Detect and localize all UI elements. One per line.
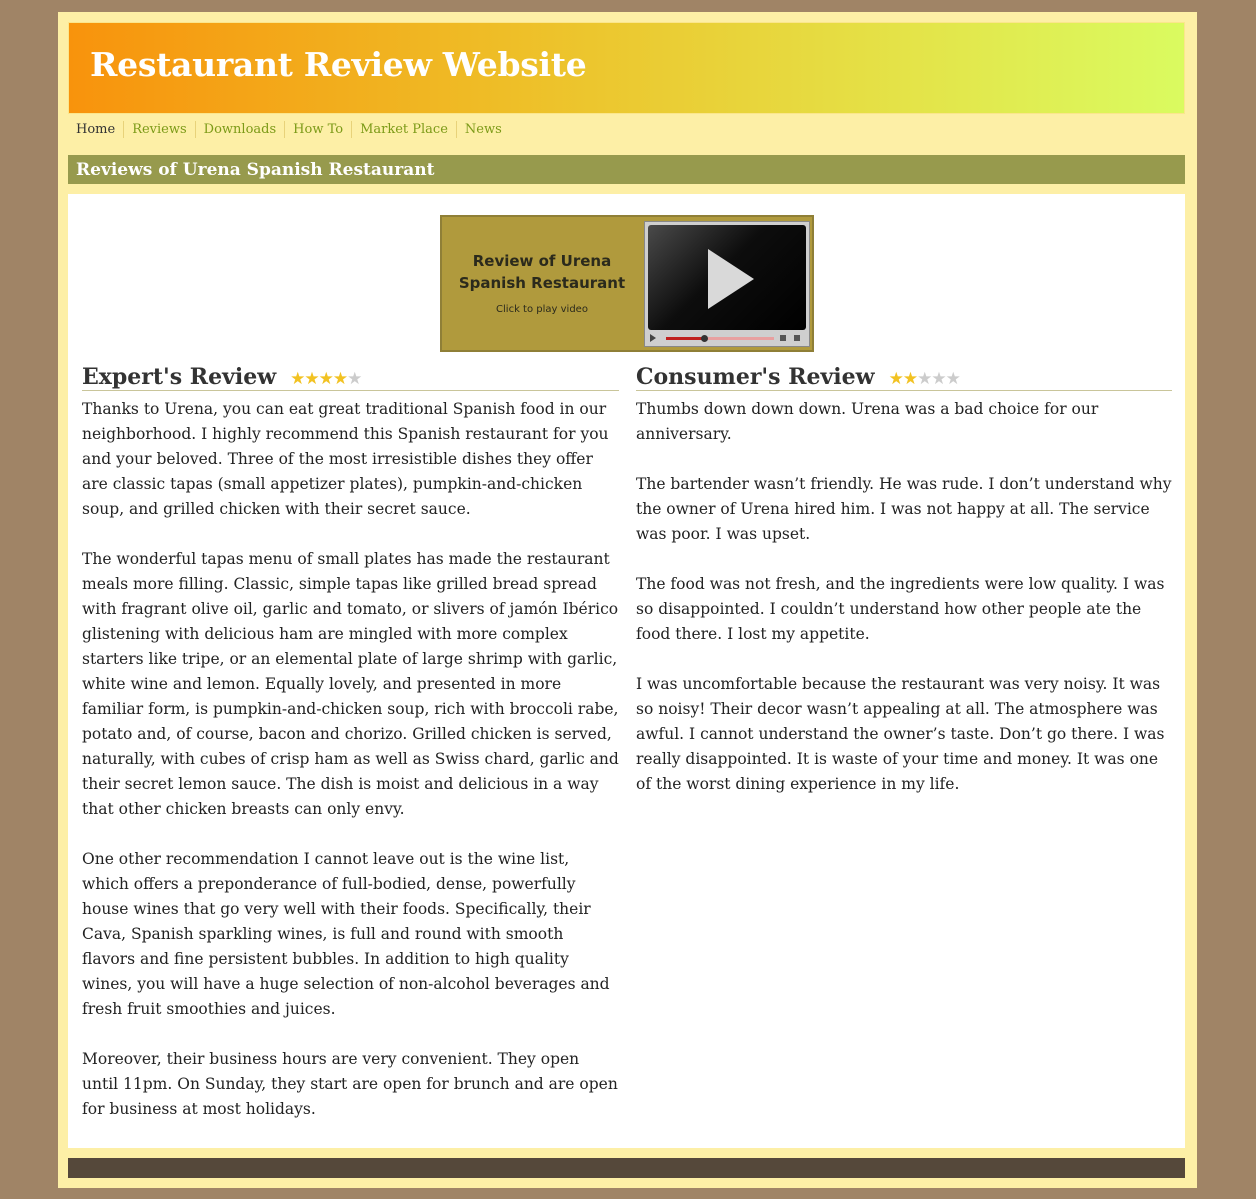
main-nav: Home Reviews Downloads How To Market Pla… (68, 119, 510, 139)
progress-bar[interactable] (666, 335, 774, 342)
expert-paragraph: The wonderful tapas menu of small plates… (82, 550, 619, 818)
page-frame: Restaurant Review Website Home Reviews D… (58, 12, 1197, 1188)
consumer-review: Consumer's Review ★★★★★ Thumbs down down… (636, 363, 1172, 822)
content-area: Review of Urena Spanish Restaurant Click… (68, 194, 1185, 1148)
expert-review-title: Expert's Review (82, 364, 277, 390)
consumer-paragraph: I was uncomfortable because the restaura… (636, 675, 1165, 793)
star-empty-icon: ★ (931, 369, 946, 389)
star-filled-icon: ★ (888, 369, 904, 389)
video-screen[interactable] (648, 225, 806, 330)
volume-icon[interactable] (780, 335, 786, 341)
star-filled-icon: ★ (902, 369, 918, 389)
site-title: Restaurant Review Website (90, 45, 587, 84)
progress-handle[interactable] (700, 335, 708, 342)
site-banner: Restaurant Review Website (68, 22, 1185, 114)
consumer-review-title: Consumer's Review (636, 364, 875, 390)
play-icon[interactable] (708, 249, 754, 309)
consumer-paragraph: The food was not fresh, and the ingredie… (636, 575, 1165, 643)
site-footer (68, 1158, 1185, 1178)
player-controls (648, 333, 806, 343)
video-thumbnail[interactable]: Review of Urena Spanish Restaurant Click… (440, 215, 814, 352)
star-empty-icon: ★ (347, 369, 362, 389)
consumer-paragraph: Thumbs down down down. Urena was a bad c… (636, 400, 1099, 443)
star-empty-icon: ★ (945, 369, 961, 389)
consumer-rating-stars: ★★★★★ (888, 368, 961, 390)
section-header: Reviews of Urena Spanish Restaurant (68, 155, 1185, 184)
star-filled-icon: ★ (318, 369, 334, 389)
consumer-paragraph: The bartender wasn’t friendly. He was ru… (636, 475, 1172, 543)
video-subtitle: Click to play video (496, 304, 588, 315)
expert-paragraph: Thanks to Urena, you can eat great tradi… (82, 400, 609, 518)
nav-item-home[interactable]: Home (68, 121, 123, 138)
expert-review-body: Thanks to Urena, you can eat great tradi… (82, 397, 619, 1122)
star-filled-icon: ★ (304, 369, 319, 389)
consumer-review-header: Consumer's Review ★★★★★ (636, 363, 1172, 391)
progress-fill (666, 337, 704, 340)
expert-paragraph: Moreover, their business hours are very … (82, 1050, 618, 1118)
video-title: Review of Urena Spanish Restaurant (442, 250, 642, 294)
nav-item-market-place[interactable]: Market Place (351, 120, 456, 138)
expert-paragraph: One other recommendation I cannot leave … (82, 850, 610, 1018)
expert-rating-stars: ★★★★★ (290, 368, 362, 390)
section-title: Reviews of Urena Spanish Restaurant (76, 160, 435, 180)
star-empty-icon: ★ (917, 369, 932, 389)
expert-review: Expert's Review ★★★★★ Thanks to Urena, y… (82, 363, 619, 1147)
nav-item-how-to[interactable]: How To (284, 120, 351, 138)
nav-item-reviews[interactable]: Reviews (123, 120, 194, 138)
star-filled-icon: ★ (290, 369, 305, 389)
expert-review-header: Expert's Review ★★★★★ (82, 363, 619, 391)
consumer-review-body: Thumbs down down down. Urena was a bad c… (636, 397, 1172, 797)
nav-item-downloads[interactable]: Downloads (194, 120, 284, 138)
nav-item-news[interactable]: News (455, 120, 510, 138)
star-filled-icon: ★ (332, 369, 348, 389)
video-player[interactable] (644, 221, 810, 347)
video-title-line2: Spanish Restaurant (458, 274, 626, 292)
video-title-line1: Review of Urena (472, 252, 612, 270)
play-control-icon[interactable] (650, 334, 656, 342)
stop-icon[interactable] (794, 335, 800, 341)
